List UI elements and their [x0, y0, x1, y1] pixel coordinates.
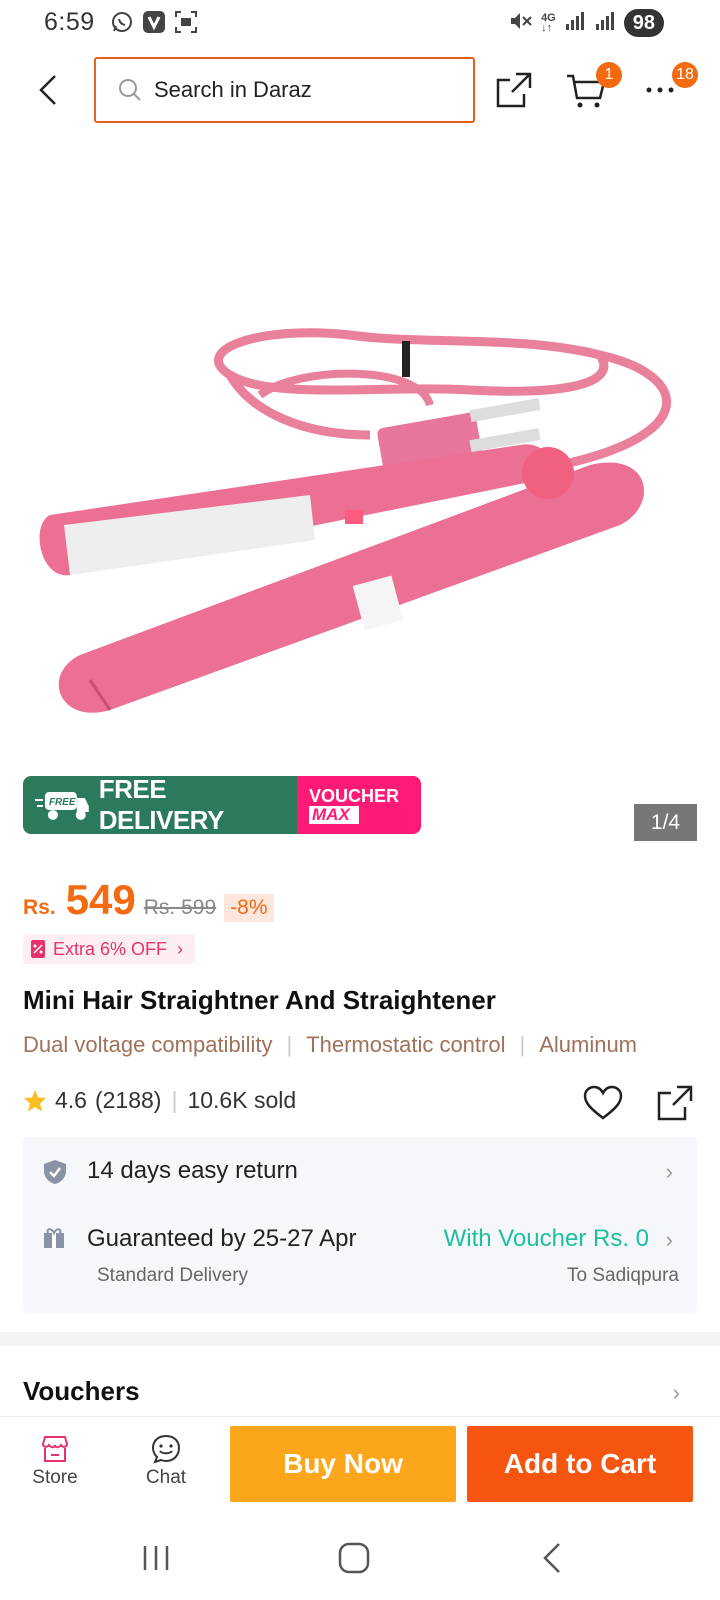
share-product-button[interactable]	[652, 1080, 698, 1126]
coupon-icon	[31, 940, 45, 958]
chevron-right-icon: ›	[665, 1159, 673, 1184]
chevron-right-icon: ›	[665, 1227, 673, 1252]
buy-now-button[interactable]: Buy Now	[230, 1426, 456, 1502]
store-button[interactable]: Store	[15, 1431, 95, 1489]
voucher-max-label: MAX	[309, 806, 359, 824]
heart-icon	[583, 1085, 623, 1120]
gift-box-icon	[44, 1228, 64, 1248]
image-page-indicator: 1/4	[634, 804, 697, 841]
back-button[interactable]	[30, 68, 66, 112]
discount-badge: -8%	[224, 894, 274, 922]
voucher-label: VOUCHER	[309, 786, 400, 806]
easy-return-label: 14 days easy return	[87, 1157, 298, 1184]
delivery-guarantee-label: Guaranteed by 25-27 Apr	[87, 1225, 357, 1252]
status-notification-icons	[110, 10, 198, 34]
price-row: Rs. 549 Rs. 599 -8%	[23, 876, 274, 924]
chat-label: Chat	[145, 1467, 187, 1488]
home-icon	[338, 1542, 370, 1574]
rating-value: 4.6	[55, 1087, 87, 1113]
4g-icon: 4G ↓↑	[541, 12, 556, 34]
recent-apps-icon	[143, 1546, 169, 1570]
wishlist-button[interactable]	[580, 1080, 626, 1126]
share-button[interactable]	[490, 66, 538, 114]
cart-button[interactable]: 1	[562, 62, 622, 114]
search-input[interactable]: Search in Daraz	[94, 57, 475, 123]
chevron-right-icon: ›	[177, 938, 184, 959]
section-divider	[0, 1332, 720, 1346]
status-system-icons: 4G ↓↑ 98	[509, 9, 664, 37]
star-icon	[24, 1089, 46, 1111]
delivery-type-label: Standard Delivery	[97, 1265, 249, 1286]
sold-count: 10.6K sold	[187, 1087, 297, 1113]
signal-icon	[594, 10, 616, 37]
delivery-row[interactable]: Guaranteed by 25-27 Apr With Voucher Rs.…	[23, 1205, 697, 1313]
store-label: Store	[32, 1467, 78, 1488]
feature-tag: Dual voltage compatibility	[23, 1032, 273, 1057]
bottom-action-bar: Store Chat Buy Now Add to Cart	[0, 1416, 720, 1516]
shield-check-icon	[44, 1160, 66, 1184]
system-back-button[interactable]	[522, 1536, 582, 1580]
free-tag: FREE	[49, 797, 76, 808]
rating-row[interactable]: 4.6 (2188) | 10.6K sold	[23, 1087, 296, 1114]
feature-divider: |	[286, 1032, 293, 1057]
chevron-right-icon: ›	[672, 1380, 680, 1405]
product-title: Mini Hair Straightner And Straightener	[23, 985, 496, 1015]
feature-tag: Aluminum	[539, 1032, 638, 1057]
more-badge: 18	[672, 62, 698, 88]
rating-divider: |	[171, 1087, 178, 1113]
more-dots-icon	[646, 87, 674, 93]
feature-tags: Dual voltage compatibility | Thermostatic …	[23, 1032, 697, 1066]
price-currency: Rs.	[23, 896, 56, 919]
original-price: Rs. 599	[143, 896, 217, 919]
free-delivery-badge: FREE FREE DELIVERY	[23, 776, 297, 834]
mute-icon	[509, 10, 533, 37]
share-icon	[496, 72, 532, 108]
current-price: 549	[65, 876, 136, 923]
free-delivery-label: FREE DELIVERY	[98, 776, 225, 834]
screenshot-icon	[174, 10, 198, 34]
easy-return-row[interactable]: 14 days easy return ›	[23, 1137, 697, 1205]
feature-tag: Thermostatic control	[306, 1032, 506, 1057]
add-to-cart-button[interactable]: Add to Cart	[467, 1426, 693, 1502]
chevron-left-icon	[39, 75, 56, 105]
review-count: (2188)	[94, 1087, 162, 1113]
product-image[interactable]	[0, 135, 720, 755]
search-placeholder: Search in Daraz	[154, 77, 312, 102]
recent-apps-button[interactable]	[126, 1536, 186, 1580]
chat-icon	[151, 1434, 181, 1464]
top-header: Search in Daraz 1 18	[0, 56, 720, 124]
extra-off-label: Extra 6% OFF	[53, 938, 168, 959]
delivery-voucher-price: With Voucher Rs. 0	[443, 1225, 649, 1252]
v-app-icon	[142, 10, 166, 34]
cart-badge: 1	[596, 62, 622, 88]
delivery-truck-icon: FREE	[35, 792, 89, 820]
vouchers-title: Vouchers	[23, 1376, 140, 1406]
status-bar: 6:59 4G ↓↑ 98	[0, 0, 720, 46]
signal-icon	[564, 10, 586, 37]
more-button[interactable]: 18	[638, 62, 698, 114]
store-icon	[41, 1436, 69, 1462]
status-time: 6:59	[44, 8, 95, 36]
home-button[interactable]	[324, 1536, 384, 1580]
share-icon	[657, 1085, 693, 1121]
feature-divider: |	[519, 1032, 526, 1057]
back-arrow-icon	[543, 1543, 560, 1573]
promo-banner[interactable]: FREE FREE DELIVERY VOUCHER MAX	[23, 776, 421, 834]
battery-level: 98	[623, 9, 664, 37]
voucher-max-badge: VOUCHER MAX	[297, 776, 421, 834]
whatsapp-icon	[110, 10, 134, 34]
service-info-card: 14 days easy return › Guaranteed by 25-2…	[23, 1137, 697, 1313]
system-navigation-bar	[0, 1516, 720, 1600]
chat-button[interactable]: Chat	[126, 1431, 206, 1489]
extra-off-chip[interactable]: Extra 6% OFF ›	[23, 934, 196, 964]
delivery-destination: To Sadiqpura	[567, 1265, 679, 1286]
search-icon	[119, 79, 141, 101]
vouchers-section[interactable]: Vouchers ›	[0, 1346, 720, 1416]
